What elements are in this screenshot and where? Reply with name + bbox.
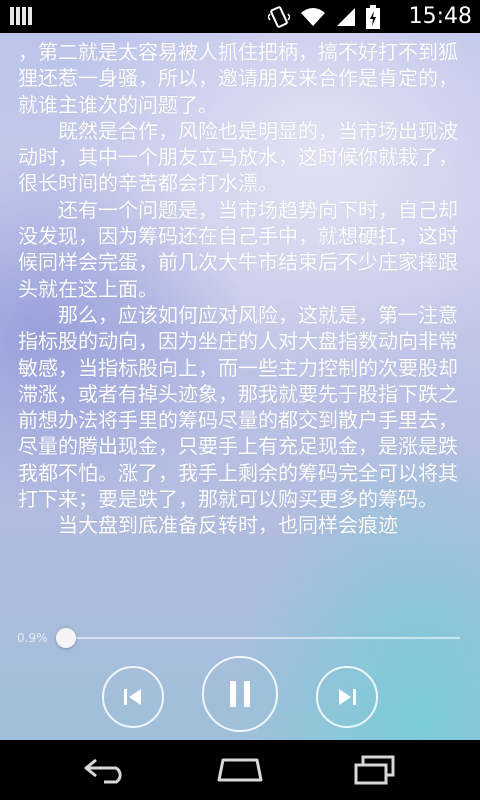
next-button[interactable] <box>316 666 378 728</box>
recent-apps-icon <box>354 755 395 785</box>
navigation-bar <box>0 740 480 800</box>
battery-icon <box>366 5 380 29</box>
recent-apps-button[interactable] <box>344 752 404 788</box>
reader-paragraph: 那么，应该如何应对风险，这就是，第一注意指标股的动向，因为坐庄的人对大盘指数动向… <box>18 302 458 512</box>
pause-icon <box>230 681 250 707</box>
vibrate-icon <box>268 6 290 28</box>
reader-view[interactable]: ，第二就是太容易被人抓住把柄，搞不好打不到狐狸还惹一身骚，所以，邀请朋友来合作是… <box>0 33 480 740</box>
reader-paragraph: ，第二就是太容易被人抓住把柄，搞不好打不到狐狸还惹一身骚，所以，邀请朋友来合作是… <box>18 40 458 117</box>
reader-paragraph: 既然是合作，风险也是明显的，当市场出现波动时，其中一个朋友立马放水，这时候你就栽… <box>18 118 458 196</box>
reader-paragraph: 当大盘到底准备反转时，也同样会痕迹 <box>58 513 398 538</box>
progress-row: 0.9% <box>0 623 480 653</box>
home-button[interactable] <box>210 752 270 788</box>
back-icon <box>84 758 122 784</box>
status-bar: 15:48 <box>0 0 480 33</box>
home-icon <box>217 758 263 782</box>
status-clock: 15:48 <box>408 4 472 29</box>
progress-percent: 0.9% <box>17 631 48 645</box>
signal-bars-icon <box>10 7 32 25</box>
cell-signal-icon <box>337 8 355 26</box>
progress-thumb[interactable] <box>55 628 76 648</box>
status-icons <box>268 5 380 29</box>
progress-slider[interactable] <box>55 628 460 648</box>
reader-paragraph: 还有一个问题是，当市场趋势向下时，自己却没发现，因为筹码还在自己手中，就想硬扛，… <box>18 197 458 301</box>
back-button[interactable] <box>76 752 136 788</box>
wifi-icon <box>301 8 325 26</box>
skip-previous-icon <box>124 689 141 705</box>
skip-next-icon <box>339 689 356 705</box>
pause-button[interactable] <box>202 656 278 732</box>
previous-button[interactable] <box>102 666 164 728</box>
reader-text: ，第二就是太容易被人抓住把柄，搞不好打不到狐狸还惹一身骚，所以，邀请朋友来合作是… <box>18 39 464 539</box>
